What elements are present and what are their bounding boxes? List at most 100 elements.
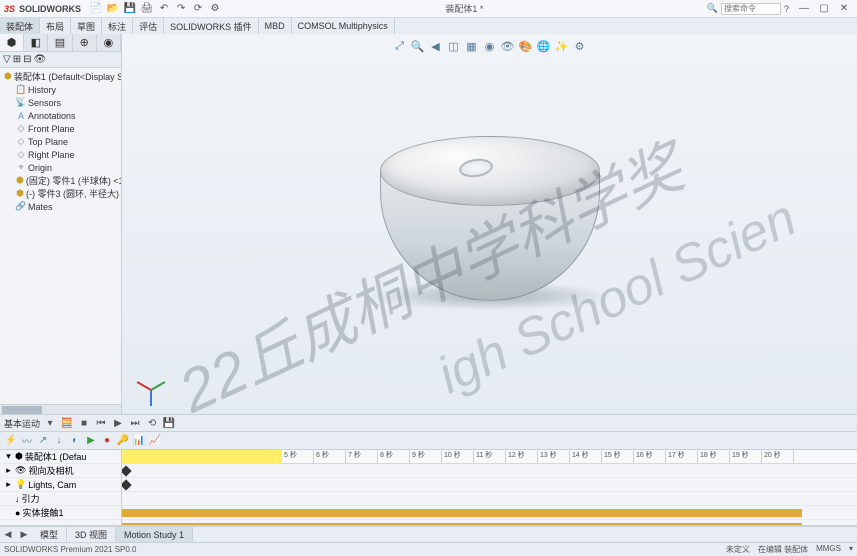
track-gravity[interactable] <box>122 506 857 520</box>
display-tab-icon[interactable]: ◉ <box>97 34 121 51</box>
timeline-row-contact[interactable]: ●实体接触1 <box>0 506 121 520</box>
timeline-row-gravity[interactable]: ↓引力 <box>0 492 121 506</box>
close-icon[interactable]: ✕ <box>835 2 853 16</box>
tab-addins[interactable]: SOLIDWORKS 插件 <box>164 18 259 34</box>
origin-icon: ⌖ <box>16 163 26 173</box>
minimize-icon[interactable]: — <box>795 2 813 16</box>
tab-scroll-right-icon[interactable]: ▶ <box>16 529 32 540</box>
scene-icon[interactable]: 🌐 <box>536 38 552 54</box>
active-range[interactable] <box>122 450 282 464</box>
tab-motion-study[interactable]: Motion Study 1 <box>116 527 193 542</box>
simulate-icon[interactable]: ▶ <box>84 434 98 448</box>
collapse-icon[interactable]: ⊟ <box>23 54 31 65</box>
expand-toggle-icon[interactable]: ▸ <box>4 479 13 490</box>
tab-assembly[interactable]: 装配体 <box>0 18 40 34</box>
tab-layout[interactable]: 布局 <box>40 18 71 34</box>
contact-icon[interactable]: ◐ <box>68 434 82 448</box>
timeline-row-lights[interactable]: ▸💡Lights, Cam <box>0 478 121 492</box>
config-tab-icon[interactable]: ▤ <box>48 34 72 51</box>
play-icon[interactable]: ▶ <box>111 416 125 430</box>
appearance-icon[interactable]: 🎨 <box>518 38 534 54</box>
play-end-icon[interactable]: ⏭ <box>128 416 142 430</box>
record-icon[interactable]: ● <box>100 434 114 448</box>
dim-tab-icon[interactable]: ⊕ <box>73 34 97 51</box>
track-contact[interactable] <box>122 520 857 525</box>
3d-viewport[interactable]: ⤢ 🔍 ◀ ◫ ▦ ◉ 👁 🎨 🌐 ✨ ⚙ <box>122 34 857 414</box>
spring-icon[interactable]: 〰 <box>20 434 34 448</box>
tab-evaluate[interactable]: 评估 <box>133 18 164 34</box>
print-icon[interactable]: 🖨 <box>140 2 154 16</box>
track-lights[interactable] <box>122 492 857 506</box>
calc-icon[interactable]: 🧮 <box>60 416 74 430</box>
redo-icon[interactable]: ↷ <box>174 2 188 16</box>
track-orientation[interactable] <box>122 478 857 492</box>
track-bar[interactable] <box>122 523 802 525</box>
zoom-fit-icon[interactable]: ⤢ <box>392 38 408 54</box>
plot-icon[interactable]: 📈 <box>148 434 162 448</box>
hide-show-icon[interactable]: 👁 <box>500 38 516 54</box>
tree-item-sensors[interactable]: 📡Sensors <box>2 96 119 109</box>
search-input[interactable] <box>721 3 781 15</box>
tree-item-right-plane[interactable]: ◇Right Plane <box>2 148 119 161</box>
play-start-icon[interactable]: ⏮ <box>94 416 108 430</box>
save-icon[interactable]: 💾 <box>123 2 137 16</box>
gravity-icon[interactable]: ↓ <box>52 434 66 448</box>
tree-item-history[interactable]: 📋History <box>2 83 119 96</box>
track-bar[interactable] <box>122 509 802 517</box>
save-anim-icon[interactable]: 💾 <box>162 416 176 430</box>
orientation-triad[interactable] <box>132 372 168 408</box>
display-style-icon[interactable]: ◉ <box>482 38 498 54</box>
prev-view-icon[interactable]: ◀ <box>428 38 444 54</box>
scrollbar-thumb[interactable] <box>2 406 42 414</box>
tab-sketch[interactable]: 草图 <box>71 18 102 34</box>
new-icon[interactable]: 📄 <box>89 2 103 16</box>
open-icon[interactable]: 📂 <box>106 2 120 16</box>
keyframe[interactable] <box>122 479 132 490</box>
expand-toggle-icon[interactable]: ▸ <box>4 465 13 476</box>
property-tab-icon[interactable]: ◧ <box>24 34 48 51</box>
timeline-row-orientation[interactable]: ▸👁视向及相机 <box>0 464 121 478</box>
stop-icon[interactable]: ■ <box>77 416 91 430</box>
filter-icon[interactable]: ▽ <box>3 54 11 65</box>
tree-item-top-plane[interactable]: ◇Top Plane <box>2 135 119 148</box>
tab-3dview[interactable]: 3D 视图 <box>67 527 116 542</box>
tab-scroll-left-icon[interactable]: ◀ <box>0 529 16 540</box>
undo-icon[interactable]: ↶ <box>157 2 171 16</box>
tree-item-origin[interactable]: ⌖Origin <box>2 161 119 174</box>
tree-item-annotations[interactable]: AAnnotations <box>2 109 119 122</box>
rebuild-icon[interactable]: ⟳ <box>191 2 205 16</box>
settings-icon[interactable]: ⚙ <box>572 38 588 54</box>
force-icon[interactable]: ↗ <box>36 434 50 448</box>
render-icon[interactable]: ✨ <box>554 38 570 54</box>
track-assembly[interactable] <box>122 464 857 478</box>
key-icon[interactable]: 🔑 <box>116 434 130 448</box>
view-orient-icon[interactable]: ▦ <box>464 38 480 54</box>
maximize-icon[interactable]: ▢ <box>815 2 833 16</box>
timeline-tracks[interactable]: 0 秒 1 秒 2 秒 3 秒 4 秒 5 秒 6 秒 7 秒 8 秒 9 秒 … <box>122 450 857 525</box>
timeline-row-assembly[interactable]: ▾⬢装配体1 (Defau <box>0 450 121 464</box>
zoom-area-icon[interactable]: 🔍 <box>410 38 426 54</box>
help-icon[interactable]: ? <box>784 4 789 14</box>
expand-toggle-icon[interactable]: ▾ <box>4 451 13 462</box>
keyframe[interactable] <box>122 465 132 476</box>
section-icon[interactable]: ◫ <box>446 38 462 54</box>
tree-item-front-plane[interactable]: ◇Front Plane <box>2 122 119 135</box>
motor-icon[interactable]: ⚡ <box>4 434 18 448</box>
loop-icon[interactable]: ⟲ <box>145 416 159 430</box>
tab-comsol[interactable]: COMSOL Multiphysics <box>292 18 395 34</box>
tab-annotate[interactable]: 标注 <box>102 18 133 34</box>
timeline-ruler[interactable]: 0 秒 1 秒 2 秒 3 秒 4 秒 5 秒 6 秒 7 秒 8 秒 9 秒 … <box>122 450 857 464</box>
tab-model[interactable]: 模型 <box>32 527 67 542</box>
tree-item-part1[interactable]: ⬢(固定) 零件1 (半球体) <1 <box>2 174 119 187</box>
tree-root[interactable]: ⬢ 装配体1 (Default<Display St <box>2 70 119 83</box>
tree-item-mates[interactable]: 🔗Mates <box>2 200 119 213</box>
show-icon[interactable]: 👁 <box>33 54 46 65</box>
feature-tree-tab-icon[interactable]: ⬢ <box>0 34 24 51</box>
motion-dropdown-icon[interactable]: ▾ <box>43 416 57 430</box>
tab-mbd[interactable]: MBD <box>259 18 292 34</box>
panel-scrollbar[interactable] <box>0 404 121 414</box>
results-icon[interactable]: 📊 <box>132 434 146 448</box>
expand-icon[interactable]: ⊞ <box>13 54 21 65</box>
options-icon[interactable]: ⚙ <box>208 2 222 16</box>
tree-item-part3[interactable]: ⬢(-) 零件3 (圆环, 半径大) <box>2 187 119 200</box>
